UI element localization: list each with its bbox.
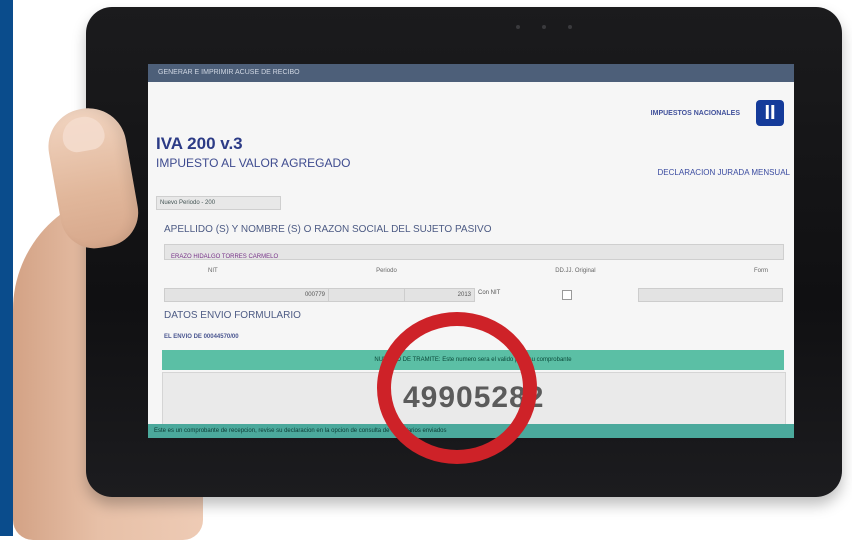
logo-text: IMPUESTOS NACIONALES [650, 110, 740, 117]
highlight-circle [377, 312, 537, 464]
envio-info: EL ENVIO DE 00044570/00 [164, 334, 239, 340]
nit-label: NIT [208, 268, 218, 274]
left-blue-stripe [0, 0, 13, 536]
form-row-labels: NIT Periodo DD.JJ. Original Form [208, 268, 768, 274]
tablet-sensors [516, 25, 572, 29]
sensor-dot [542, 25, 546, 29]
form-label: Form [753, 268, 768, 274]
original-checkbox[interactable] [562, 290, 572, 300]
page-subtitle: IMPUESTO AL VALOR AGREGADO [156, 156, 351, 170]
month-field[interactable] [328, 288, 405, 302]
year-field[interactable]: 2013 [404, 288, 475, 302]
thumb-nail [59, 113, 107, 155]
sensor-dot [568, 25, 572, 29]
periodo-label: Periodo [376, 268, 397, 274]
nit-field[interactable]: 000779 [164, 288, 329, 302]
page-title: IVA 200 v.3 [156, 134, 243, 153]
original-label: DD.JJ. Original [555, 268, 596, 274]
declaration-label: DECLARACION JURADA MENSUAL [657, 168, 790, 177]
sensor-dot [516, 25, 520, 29]
envio-section-title: DATOS ENVIO FORMULARIO [164, 310, 301, 321]
form-row-fields: 000779 2013 Con NIT [164, 288, 784, 302]
window-top-bar[interactable]: GENERAR E IMPRIMIR ACUSE DE RECIBO [148, 64, 794, 82]
logo-icon: II [756, 100, 784, 126]
form-select[interactable] [638, 288, 783, 302]
period-field[interactable]: Nuevo Periodo - 200 [156, 196, 281, 210]
con-nit-label: Con NIT [478, 290, 501, 296]
name-section-title: APELLIDO (S) Y NOMBRE (S) O RAZON SOCIAL… [164, 224, 492, 235]
taxpayer-name-field[interactable]: ERAZO HIDALGO TORRES CARMELO [164, 244, 784, 260]
taxpayer-name-value: ERAZO HIDALGO TORRES CARMELO [171, 254, 279, 260]
